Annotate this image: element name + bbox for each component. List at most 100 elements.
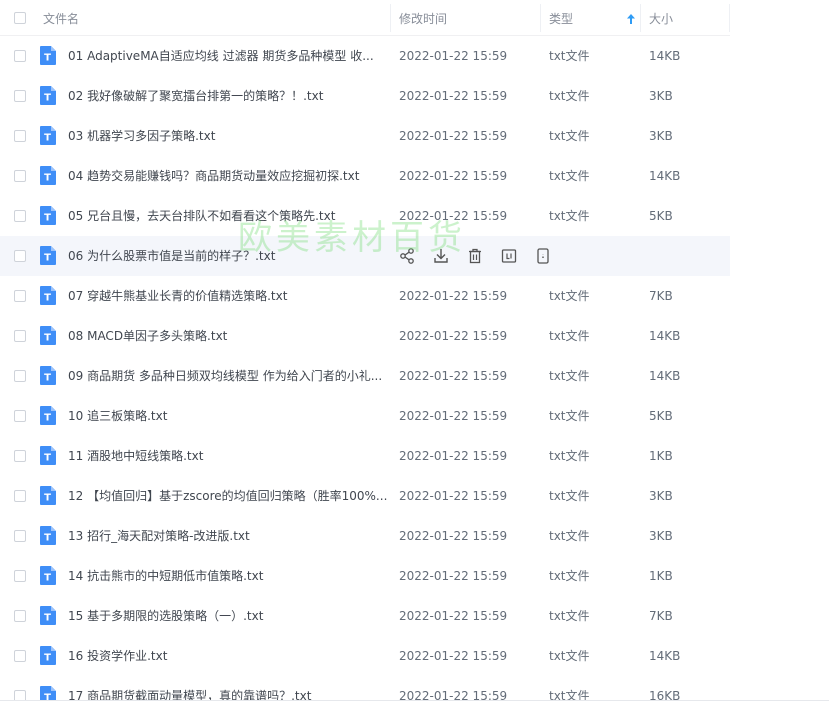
rename-icon[interactable] [500, 247, 518, 265]
file-type: txt文件 [549, 409, 590, 423]
file-name[interactable]: 15 基于多期限的选股策略（一）.txt [68, 596, 388, 636]
file-type: txt文件 [549, 209, 590, 223]
file-size: 3KB [649, 89, 673, 103]
modified-time: 2022-01-22 15:59 [399, 409, 508, 423]
file-name[interactable]: 16 投资学作业.txt [68, 636, 388, 676]
file-name[interactable]: 17 商品期货截面动量模型，真的靠谱吗？.txt [68, 676, 388, 700]
txt-file-icon: T [40, 206, 56, 225]
row-checkbox[interactable] [14, 610, 26, 622]
txt-file-icon: T [40, 566, 56, 585]
share-icon[interactable] [398, 247, 416, 265]
file-size: 14KB [649, 169, 681, 183]
file-list: T 01 AdaptiveMA自适应均线 过滤器 期货多品种模型 收... 2022… [0, 36, 829, 700]
file-name[interactable]: 02 我好像破解了聚宽擂台排第一的策略？！.txt [68, 76, 388, 116]
download-icon[interactable] [432, 247, 450, 265]
row-checkbox[interactable] [14, 690, 26, 700]
column-divider [729, 4, 730, 32]
svg-text:T: T [44, 293, 51, 304]
row-checkbox[interactable] [14, 570, 26, 582]
column-divider[interactable] [540, 4, 541, 32]
file-type: txt文件 [549, 489, 590, 503]
file-size: 7KB [649, 289, 673, 303]
file-type: txt文件 [549, 329, 590, 343]
file-name[interactable]: 14 抗击熊市的中短期低市值策略.txt [68, 556, 388, 596]
delete-icon[interactable] [466, 247, 484, 265]
column-divider[interactable] [390, 4, 391, 32]
file-name[interactable]: 05 兄台且慢，去天台排队不如看看这个策略先.txt [68, 196, 388, 236]
row-checkbox[interactable] [14, 650, 26, 662]
file-name[interactable]: 06 为什么股票市值是当前的样子？.txt [68, 236, 388, 276]
modified-time: 2022-01-22 15:59 [399, 329, 508, 343]
column-header-size[interactable]: 大小 [649, 0, 673, 36]
file-row[interactable]: T 10 追三板策略.txt 2022-01-22 15:59 txt文件 5KB [0, 396, 730, 436]
file-row[interactable]: T 03 机器学习多因子策略.txt 2022-01-22 15:59 txt文件 3K… [0, 116, 730, 156]
svg-text:T: T [44, 573, 51, 584]
file-name[interactable]: 09 商品期货 多品种日频双均线模型 作为给入门者的小礼... [68, 356, 388, 396]
row-checkbox[interactable] [14, 490, 26, 502]
file-type: txt文件 [549, 129, 590, 143]
svg-text:T: T [44, 493, 51, 504]
row-checkbox[interactable] [14, 250, 26, 262]
column-header-name[interactable]: 文件名 [43, 0, 79, 36]
file-name[interactable]: 01 AdaptiveMA自适应均线 过滤器 期货多品种模型 收... [68, 36, 388, 76]
modified-time: 2022-01-22 15:59 [399, 489, 508, 503]
column-header-modified-time[interactable]: 修改时间 [399, 0, 447, 36]
file-row[interactable]: T 12 【均值回归】基于zscore的均值回归策略（胜率100%... 2022-… [0, 476, 730, 516]
modified-time: 2022-01-22 15:59 [399, 689, 508, 700]
file-row[interactable]: T 01 AdaptiveMA自适应均线 过滤器 期货多品种模型 收... 2022… [0, 36, 730, 76]
svg-text:T: T [44, 613, 51, 624]
file-row[interactable]: T 02 我好像破解了聚宽擂台排第一的策略？！.txt 2022-01-22 15:… [0, 76, 730, 116]
txt-file-icon: T [40, 366, 56, 385]
file-row[interactable]: T 11 酒股地中短线策略.txt 2022-01-22 15:59 txt文件 1KB [0, 436, 730, 476]
row-checkbox[interactable] [14, 50, 26, 62]
txt-file-icon: T [40, 86, 56, 105]
more-icon[interactable] [534, 247, 552, 265]
list-footer [0, 700, 829, 721]
row-checkbox[interactable] [14, 90, 26, 102]
file-type: txt文件 [549, 649, 590, 663]
file-name[interactable]: 03 机器学习多因子策略.txt [68, 116, 388, 156]
file-name[interactable]: 13 招行_海天配对策略-改进版.txt [68, 516, 388, 556]
txt-file-icon: T [40, 646, 56, 665]
file-row[interactable]: T 17 商品期货截面动量模型，真的靠谱吗？.txt 2022-01-22 15:5… [0, 676, 730, 700]
file-row[interactable]: T 08 MACD单因子多头策略.txt 2022-01-22 15:59 txt文件… [0, 316, 730, 356]
row-checkbox[interactable] [14, 370, 26, 382]
txt-file-icon: T [40, 686, 56, 700]
select-all-checkbox[interactable] [14, 12, 26, 24]
svg-text:T: T [44, 333, 51, 344]
file-row[interactable]: T 05 兄台且慢，去天台排队不如看看这个策略先.txt 2022-01-22 15… [0, 196, 730, 236]
file-name[interactable]: 07 穿越牛熊基业长青的价值精选策略.txt [68, 276, 388, 316]
file-name[interactable]: 12 【均值回归】基于zscore的均值回归策略（胜率100%... [68, 476, 388, 516]
file-row[interactable]: T 14 抗击熊市的中短期低市值策略.txt 2022-01-22 15:59 txt… [0, 556, 730, 596]
column-header-type[interactable]: 类型 [549, 0, 573, 36]
file-name[interactable]: 08 MACD单因子多头策略.txt [68, 316, 388, 356]
row-checkbox[interactable] [14, 130, 26, 142]
file-name[interactable]: 11 酒股地中短线策略.txt [68, 436, 388, 476]
file-row[interactable]: T 04 趋势交易能赚钱吗？商品期货动量效应挖掘初探.txt 2022-01-22 … [0, 156, 730, 196]
file-name[interactable]: 10 追三板策略.txt [68, 396, 388, 436]
modified-time: 2022-01-22 15:59 [399, 369, 508, 383]
file-size: 14KB [649, 649, 681, 663]
file-row[interactable]: T 13 招行_海天配对策略-改进版.txt 2022-01-22 15:59 txt… [0, 516, 730, 556]
row-checkbox[interactable] [14, 450, 26, 462]
svg-text:T: T [44, 413, 51, 424]
svg-text:T: T [44, 173, 51, 184]
column-divider[interactable] [640, 4, 641, 32]
row-checkbox[interactable] [14, 330, 26, 342]
file-name[interactable]: 04 趋势交易能赚钱吗？商品期货动量效应挖掘初探.txt [68, 156, 388, 196]
svg-text:T: T [44, 533, 51, 544]
row-checkbox[interactable] [14, 530, 26, 542]
file-row[interactable]: T 16 投资学作业.txt 2022-01-22 15:59 txt文件 14KB [0, 636, 730, 676]
file-row[interactable]: T 09 商品期货 多品种日频双均线模型 作为给入门者的小礼... 2022-01-… [0, 356, 730, 396]
row-checkbox[interactable] [14, 410, 26, 422]
row-checkbox[interactable] [14, 290, 26, 302]
file-row[interactable]: T 15 基于多期限的选股策略（一）.txt 2022-01-22 15:59 txt… [0, 596, 730, 636]
sort-ascending-icon[interactable] [627, 14, 635, 24]
file-size: 1KB [649, 569, 673, 583]
row-checkbox[interactable] [14, 210, 26, 222]
file-row[interactable]: T 06 为什么股票市值是当前的样子？.txt [0, 236, 730, 276]
file-row[interactable]: T 07 穿越牛熊基业长青的价值精选策略.txt 2022-01-22 15:59 t… [0, 276, 730, 316]
file-size: 14KB [649, 49, 681, 63]
txt-file-icon: T [40, 286, 56, 305]
row-checkbox[interactable] [14, 170, 26, 182]
